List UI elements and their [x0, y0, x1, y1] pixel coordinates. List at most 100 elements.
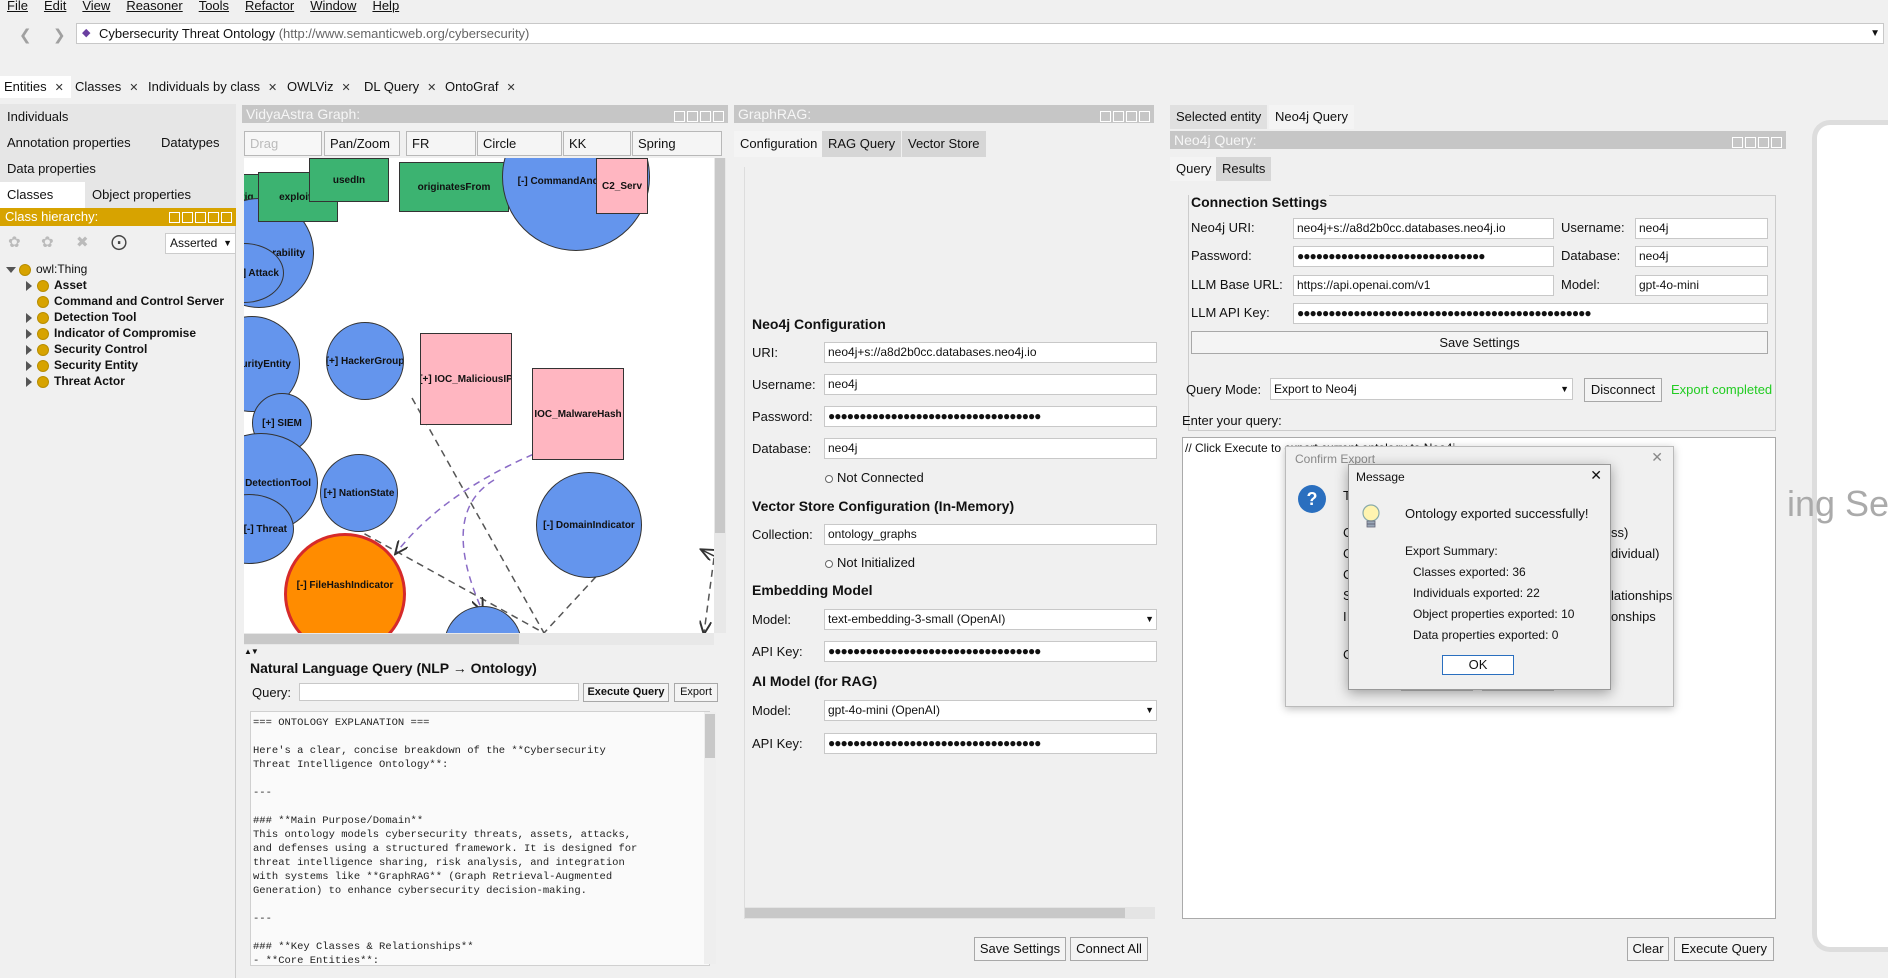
tab-annotation-properties[interactable]: Annotation properties [0, 130, 154, 156]
connect-all-button[interactable]: Connect All [1070, 937, 1148, 961]
tree-item-detection-tool[interactable]: Detection Tool [26, 309, 136, 325]
right-model-input[interactable]: gpt-4o-mini [1635, 275, 1768, 296]
username-input[interactable]: neo4j [824, 374, 1157, 395]
back-arrow-icon[interactable]: ❮ [19, 26, 32, 44]
tab-ontograf[interactable]: OntoGraf ✕ [441, 76, 524, 98]
execute-query-button[interactable]: Execute Query [1674, 937, 1774, 961]
emb-model-select[interactable]: text-embedding-3-small (OpenAI) ▼ [824, 609, 1157, 630]
node-domain-indicator[interactable]: [-] DomainIndicator [536, 472, 642, 578]
panel-btn-icon[interactable] [1113, 111, 1124, 122]
graphrag-hscroll[interactable] [745, 907, 1155, 919]
panel-btn-icon[interactable] [1758, 137, 1769, 148]
menu-edit[interactable]: Edit [44, 0, 66, 13]
collapsed-triangle-icon[interactable] [26, 312, 32, 323]
graph-vscroll[interactable] [714, 158, 726, 633]
spring-layout-button[interactable]: Spring Layout [632, 131, 722, 175]
close-icon[interactable]: ✕ [1651, 449, 1663, 466]
close-icon[interactable]: ✕ [427, 82, 436, 94]
tab-vector-store[interactable]: Vector Store [902, 131, 986, 157]
tab-classes[interactable]: Classes ✕ [71, 76, 143, 98]
tab-classes-view[interactable]: Classes [0, 182, 85, 208]
url-dropdown-icon[interactable]: ▼ [1870, 24, 1880, 43]
panel-btn-icon[interactable] [687, 111, 698, 122]
tree-item-c2-server[interactable]: Command and Control Server [26, 293, 224, 309]
nlq-vscroll[interactable] [704, 712, 716, 964]
tab-configuration[interactable]: Configuration [734, 131, 824, 157]
panel-btn-icon[interactable] [1745, 137, 1756, 148]
panel-btn-icon[interactable] [1732, 137, 1743, 148]
query-mode-select[interactable]: Export to Neo4j ▼ [1270, 378, 1573, 400]
tab-individuals[interactable]: Individuals [0, 104, 236, 130]
close-icon[interactable]: ✕ [341, 82, 350, 94]
menu-reasoner[interactable]: Reasoner [126, 0, 182, 13]
database-input[interactable]: neo4j [824, 438, 1157, 459]
close-icon[interactable]: ✕ [55, 82, 64, 94]
graph-canvas[interactable]: itig [+] Vulnerability exploits usedIn o… [244, 158, 714, 633]
menu-refactor[interactable]: Refactor [245, 0, 294, 13]
panel-btn-icon[interactable] [208, 212, 219, 224]
tree-root[interactable]: owl:Thing [6, 261, 87, 277]
tree-item-ioc[interactable]: Indicator of Compromise [26, 325, 196, 341]
password-input[interactable]: ●●●●●●●●●●●●●●●●●●●●●●●●●●●●●●●●●● [824, 406, 1157, 427]
neo4j-uri-input[interactable]: neo4j+s://a8d2b0cc.databases.neo4j.io [1293, 218, 1554, 239]
expanded-triangle-icon[interactable] [6, 266, 16, 273]
ok-button[interactable]: OK [1442, 655, 1514, 675]
tab-entities[interactable]: Entities ✕ [0, 76, 71, 98]
tree-item-threat-actor[interactable]: Threat Actor [26, 373, 125, 389]
node-ioc-malware-hash[interactable]: IOC_MalwareHash [532, 368, 624, 460]
pan-zoom-button[interactable]: Pan/Zoom [324, 131, 400, 156]
tab-owlviz[interactable]: OWLViz ✕ [283, 76, 352, 98]
right-password-input[interactable]: ●●●●●●●●●●●●●●●●●●●●●●●●●●●●●● [1293, 246, 1554, 267]
circle-layout-button[interactable]: Circle Layout [477, 131, 562, 175]
right-username-input[interactable]: neo4j [1635, 218, 1768, 239]
fr-layout-button[interactable]: FR Layout [406, 131, 476, 175]
add-subclass-icon[interactable]: ✿ [8, 233, 21, 251]
close-icon[interactable]: ✕ [506, 82, 515, 94]
panel-btn-icon[interactable] [674, 111, 685, 122]
nlq-execute-button[interactable]: Execute Query [583, 683, 669, 702]
nlq-export-button[interactable]: Export [674, 683, 718, 702]
panel-btn-icon[interactable] [700, 111, 711, 122]
close-icon[interactable]: ✕ [129, 82, 138, 94]
close-icon[interactable]: ✕ [1590, 467, 1602, 484]
subtab-results[interactable]: Results [1216, 157, 1272, 181]
tree-item-security-control[interactable]: Security Control [26, 341, 147, 357]
llm-key-input[interactable]: ●●●●●●●●●●●●●●●●●●●●●●●●●●●●●●●●●●●●●●●●… [1293, 303, 1768, 324]
node-c2-server[interactable]: C2_Serv [596, 158, 648, 214]
tab-rag-query[interactable]: RAG Query [822, 131, 902, 157]
emb-api-key-input[interactable]: ●●●●●●●●●●●●●●●●●●●●●●●●●●●●●●●●●● [824, 641, 1157, 662]
drag-nodes-button[interactable]: Drag Nodes [244, 131, 322, 175]
add-sibling-icon[interactable]: ✿ [41, 233, 54, 251]
tab-neo4j-query[interactable]: Neo4j Query [1269, 105, 1354, 129]
tab-datatypes[interactable]: Datatypes [154, 130, 236, 156]
panel-btn-icon[interactable] [1126, 111, 1137, 122]
tree-item-security-entity[interactable]: Security Entity [26, 357, 138, 373]
forward-arrow-icon[interactable]: ❯ [53, 26, 66, 44]
splitter-arrows-icon[interactable]: ▲▼ [244, 647, 259, 656]
panel-btn-icon[interactable] [1100, 111, 1111, 122]
panel-btn-icon[interactable] [713, 111, 724, 122]
menu-help[interactable]: Help [372, 0, 399, 13]
node-nation-state[interactable]: [+] NationState [320, 454, 398, 532]
tab-dl-query[interactable]: DL Query ✕ [360, 76, 442, 98]
node-used-in[interactable]: usedIn [309, 158, 389, 202]
tree-item-asset[interactable]: Asset [26, 277, 87, 293]
delete-class-icon[interactable]: ✖ [76, 233, 89, 251]
menu-file[interactable]: File [7, 0, 28, 13]
collection-input[interactable]: ontology_graphs [824, 524, 1157, 545]
kk-layout-button[interactable]: KK Layout [563, 131, 631, 175]
right-database-input[interactable]: neo4j [1635, 246, 1768, 267]
node-originates-from[interactable]: originatesFrom [399, 162, 509, 212]
menu-view[interactable]: View [82, 0, 110, 13]
tab-object-properties[interactable]: Object properties [85, 182, 236, 208]
close-icon[interactable]: ✕ [268, 82, 277, 94]
collapsed-triangle-icon[interactable] [26, 344, 32, 355]
panel-btn-icon[interactable] [1771, 137, 1782, 148]
ontology-url-field[interactable]: ◆ Cybersecurity Threat Ontology (http://… [76, 23, 1884, 44]
clear-button[interactable]: Clear [1627, 937, 1669, 961]
uri-input[interactable]: neo4j+s://a8d2b0cc.databases.neo4j.io [824, 342, 1157, 363]
node-ioc-malicious-ip[interactable]: [+] IOC_MaliciousIP [420, 333, 512, 425]
collapsed-triangle-icon[interactable] [26, 376, 32, 387]
disconnect-button[interactable]: Disconnect [1584, 378, 1662, 402]
menu-window[interactable]: Window [310, 0, 356, 13]
